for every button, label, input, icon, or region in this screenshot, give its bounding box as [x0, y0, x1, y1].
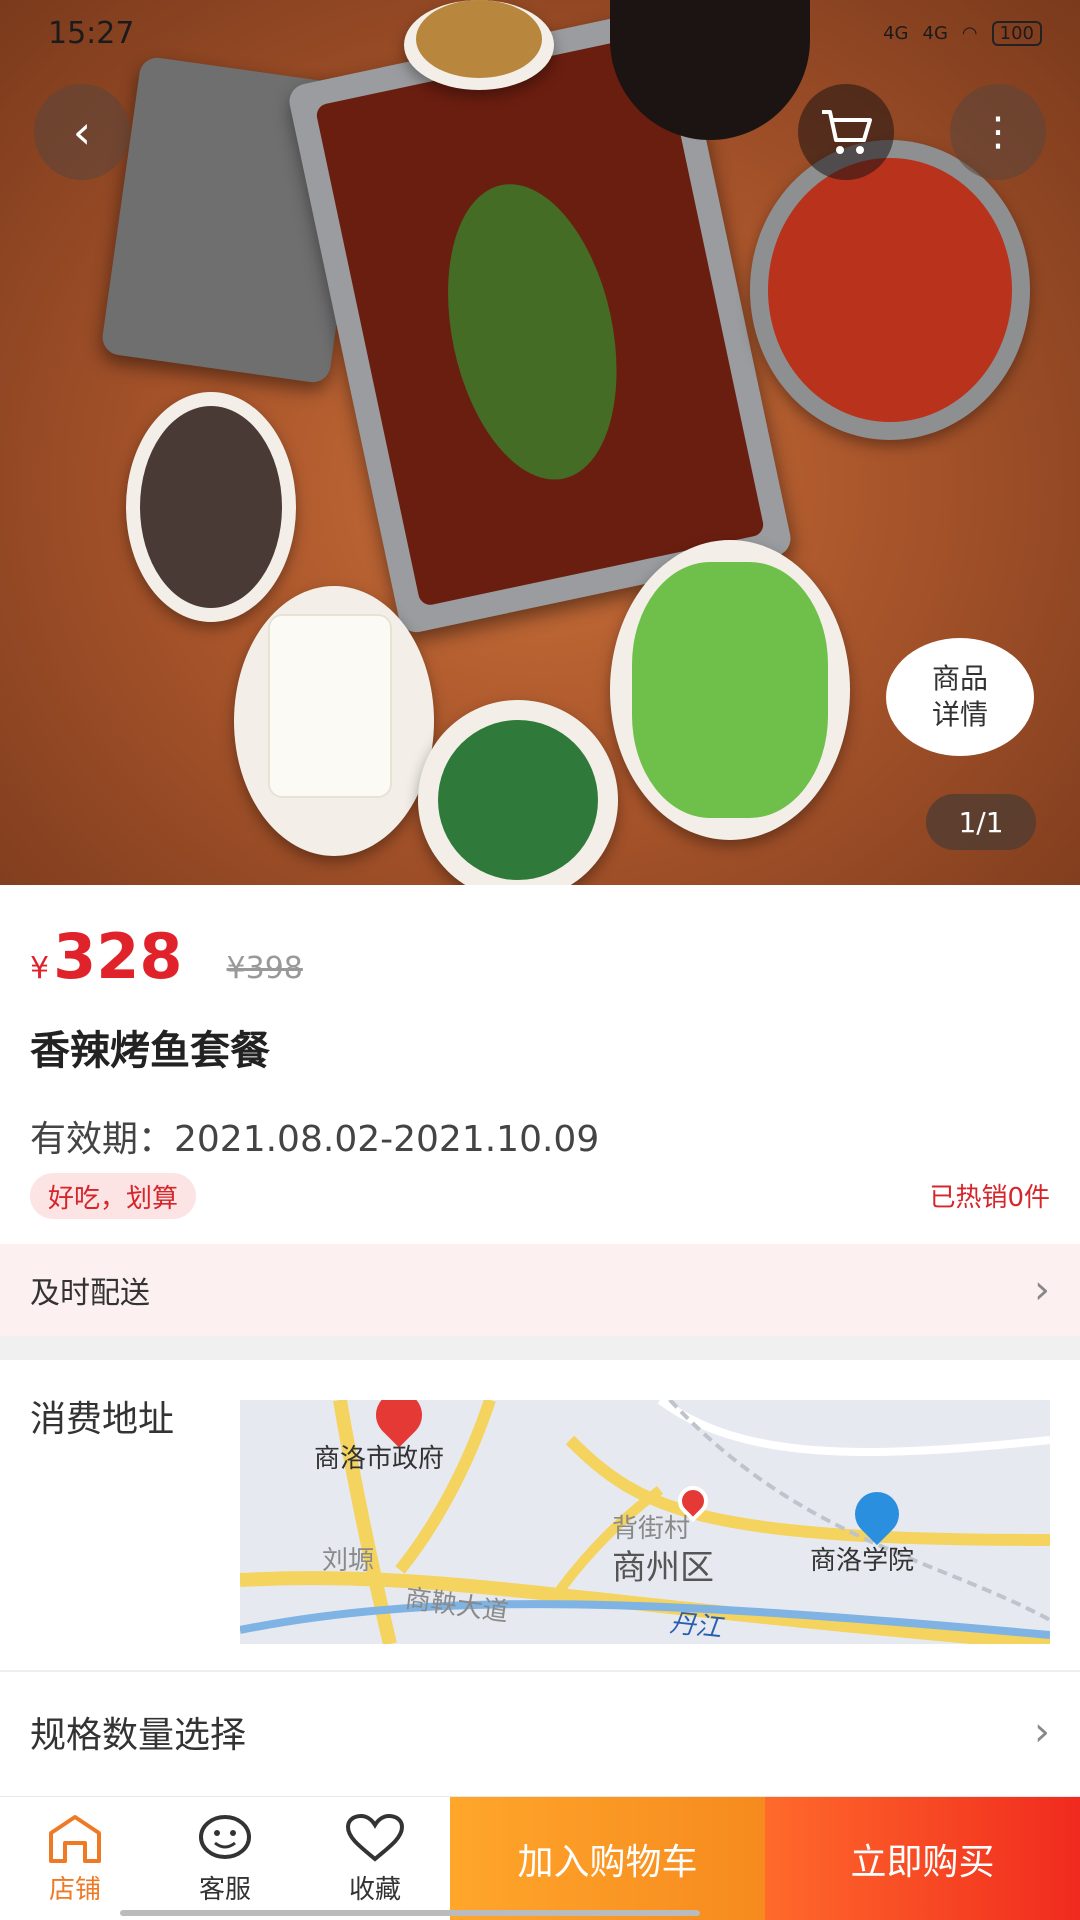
- map-label-river: 丹江: [668, 1608, 724, 1644]
- cart-icon: [822, 110, 872, 154]
- detail-label-1: 商品: [931, 662, 988, 695]
- wifi-icon: ◠: [961, 22, 978, 44]
- delivery-label: 及时配送: [30, 1276, 150, 1311]
- snail-plate: [126, 392, 296, 622]
- chevron-right-icon: ›: [1034, 1709, 1050, 1755]
- battery-icon: 100: [991, 20, 1042, 46]
- salad-plate: [418, 700, 618, 885]
- map-label-college: 商洛学院: [810, 1546, 915, 1576]
- status-time: 15:27: [48, 15, 135, 51]
- cart-button[interactable]: [798, 84, 894, 180]
- product-tag: 好吃，划算: [30, 1173, 197, 1219]
- back-arrow-icon: ‹: [72, 105, 92, 159]
- more-vertical-icon: ⋮: [978, 109, 1018, 155]
- spec-select-row[interactable]: 规格数量选择 ›: [0, 1672, 1080, 1792]
- home-indicator: [120, 1910, 700, 1916]
- chive-plate: [610, 540, 850, 840]
- image-pager: 1/1: [926, 794, 1036, 850]
- delivery-row[interactable]: 及时配送 ›: [0, 1244, 1080, 1336]
- address-label: 消费地址: [30, 1399, 175, 1440]
- service-label: 客服: [198, 1874, 251, 1905]
- map-label-govt: 商洛市政府: [314, 1444, 445, 1474]
- map-label-liuyuan: 刘塬: [322, 1546, 375, 1576]
- product-image[interactable]: 15:27 4G 4G ◠ 100 ‹ ⋮ 商品 详情 1/1: [0, 0, 1080, 885]
- signal-icon-2: 4G: [922, 22, 948, 44]
- crawfish-bowl: [750, 140, 1030, 440]
- status-icons: 4G 4G ◠ 100: [883, 20, 1042, 46]
- original-price: ¥398: [226, 951, 303, 986]
- current-price: 328: [53, 920, 183, 993]
- tofu-plate: [234, 586, 434, 856]
- heart-icon: [345, 1813, 405, 1862]
- buy-now-button[interactable]: 立即购买: [765, 1797, 1080, 1920]
- service-tab[interactable]: 客服: [150, 1797, 300, 1920]
- map-label-district: 商州区: [612, 1548, 714, 1588]
- store-tab[interactable]: 店铺: [0, 1797, 150, 1920]
- chevron-right-icon: ›: [1034, 1267, 1050, 1313]
- favorite-label: 收藏: [348, 1874, 401, 1905]
- section-divider: [0, 1336, 1080, 1360]
- favorite-tab[interactable]: 收藏: [300, 1797, 450, 1920]
- sold-count: 已热销0件: [929, 1183, 1050, 1213]
- product-detail-button[interactable]: 商品 详情: [886, 638, 1034, 756]
- product-title: 香辣烤鱼套餐: [30, 1028, 270, 1074]
- store-icon: [49, 1814, 101, 1863]
- back-button[interactable]: ‹: [34, 84, 130, 180]
- validity-period: 有效期：2021.08.02-2021.10.09: [30, 1119, 600, 1160]
- spec-label: 规格数量选择: [30, 1715, 247, 1756]
- add-to-cart-button[interactable]: 加入购物车: [450, 1797, 765, 1920]
- bottom-action-bar: 店铺 客服 收藏 加入购物车 立即购买: [0, 1796, 1080, 1920]
- product-detail-page: 15:27 4G 4G ◠ 100 ‹ ⋮ 商品 详情 1/1 ¥ 328 ¥3…: [0, 0, 1080, 1920]
- price-row: ¥ 328 ¥398: [30, 920, 303, 993]
- chat-smile-icon: [199, 1814, 251, 1859]
- status-bar: 15:27 4G 4G ◠ 100: [0, 0, 1080, 66]
- store-label: 店铺: [48, 1874, 101, 1905]
- signal-icon-1: 4G: [883, 22, 909, 44]
- currency-symbol: ¥: [30, 951, 50, 986]
- detail-label-2: 详情: [931, 698, 988, 731]
- more-button[interactable]: ⋮: [950, 84, 1046, 180]
- location-map[interactable]: 商洛市政府 背街村 商州区 商洛学院 刘塬 商鞅大道 丹江: [240, 1400, 1050, 1644]
